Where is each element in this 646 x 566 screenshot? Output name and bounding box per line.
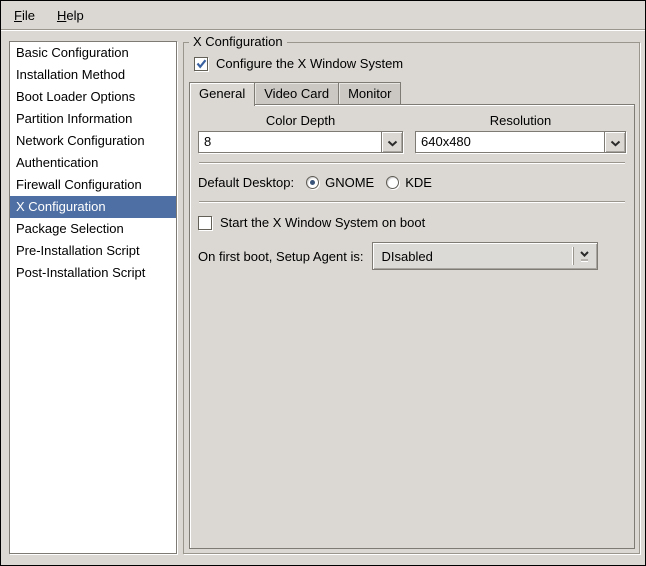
sidebar-item-post-installation-script[interactable]: Post-Installation Script	[10, 262, 176, 284]
separator	[199, 201, 625, 203]
start-x-on-boot-label: Start the X Window System on boot	[220, 215, 425, 230]
sidebar-item-pre-installation-script[interactable]: Pre-Installation Script	[10, 240, 176, 262]
setup-agent-label: On first boot, Setup Agent is:	[198, 249, 363, 264]
depth-resolution-row: Color Depth 8 Resolution	[198, 113, 626, 153]
color-depth-value[interactable]: 8	[198, 131, 381, 153]
x-config-notebook: General Video Card Monitor Color Depth 8	[189, 82, 635, 549]
sidebar-item-installation-method[interactable]: Installation Method	[10, 64, 176, 86]
resolution-combo[interactable]: 640x480	[415, 131, 626, 153]
radio-selected-icon[interactable]	[306, 176, 319, 189]
radio-kde[interactable]: KDE	[386, 175, 432, 190]
tab-panel-general: Color Depth 8 Resolution	[189, 104, 635, 549]
configure-x-label: Configure the X Window System	[216, 56, 403, 71]
chevron-down-icon	[387, 135, 398, 150]
sidebar-item-firewall-configuration[interactable]: Firewall Configuration	[10, 174, 176, 196]
color-depth-combo[interactable]: 8	[198, 131, 403, 153]
tab-general[interactable]: General	[189, 82, 255, 106]
sidebar-item-package-selection[interactable]: Package Selection	[10, 218, 176, 240]
color-depth-group: Color Depth 8	[198, 113, 403, 153]
radio-gnome[interactable]: GNOME	[306, 175, 374, 190]
dropdown-dash	[581, 259, 588, 261]
kickstart-configurator-window: File Help Basic Configuration Installati…	[0, 0, 646, 566]
resolution-group: Resolution 640x480	[415, 113, 626, 153]
radio-kde-label: KDE	[405, 175, 432, 190]
configure-x-checkbox[interactable]: Configure the X Window System	[194, 56, 403, 71]
chevron-down-icon	[610, 135, 621, 150]
checkbox-unchecked-icon[interactable]	[198, 216, 212, 230]
dropdown-arrow-icon	[573, 247, 594, 265]
tab-monitor[interactable]: Monitor	[338, 82, 401, 104]
menu-file[interactable]: File	[7, 4, 42, 27]
sidebar-item-x-configuration[interactable]: X Configuration	[10, 196, 176, 218]
resolution-value[interactable]: 640x480	[415, 131, 604, 153]
setup-agent-row: On first boot, Setup Agent is: DIsabled	[198, 242, 626, 270]
default-desktop-label: Default Desktop:	[198, 175, 294, 190]
color-depth-dropdown-button[interactable]	[381, 131, 403, 153]
sidebar-item-basic-configuration[interactable]: Basic Configuration	[10, 42, 176, 64]
sidebar-list: Basic Configuration Installation Method …	[9, 41, 177, 554]
radio-unselected-icon[interactable]	[386, 176, 399, 189]
frame-title: X Configuration	[189, 34, 287, 50]
tab-strip: General Video Card Monitor	[189, 82, 635, 104]
default-desktop-row: Default Desktop: GNOME KDE	[198, 172, 626, 192]
radio-gnome-label: GNOME	[325, 175, 374, 190]
resolution-dropdown-button[interactable]	[604, 131, 626, 153]
menu-help[interactable]: Help	[50, 4, 91, 27]
color-depth-label: Color Depth	[198, 113, 403, 128]
separator	[199, 162, 625, 164]
tab-video-card[interactable]: Video Card	[254, 82, 339, 104]
sidebar-item-partition-information[interactable]: Partition Information	[10, 108, 176, 130]
sidebar-item-network-configuration[interactable]: Network Configuration	[10, 130, 176, 152]
setup-agent-value: DIsabled	[381, 249, 573, 264]
setup-agent-dropdown[interactable]: DIsabled	[372, 242, 598, 270]
x-configuration-frame: X Configuration Configure the X Window S…	[183, 42, 640, 554]
menu-bar: File Help	[1, 1, 645, 30]
resolution-label: Resolution	[415, 113, 626, 128]
sidebar-item-boot-loader-options[interactable]: Boot Loader Options	[10, 86, 176, 108]
start-x-on-boot-checkbox[interactable]: Start the X Window System on boot	[198, 215, 425, 230]
checkbox-checked-icon[interactable]	[194, 57, 208, 71]
sidebar-item-authentication[interactable]: Authentication	[10, 152, 176, 174]
